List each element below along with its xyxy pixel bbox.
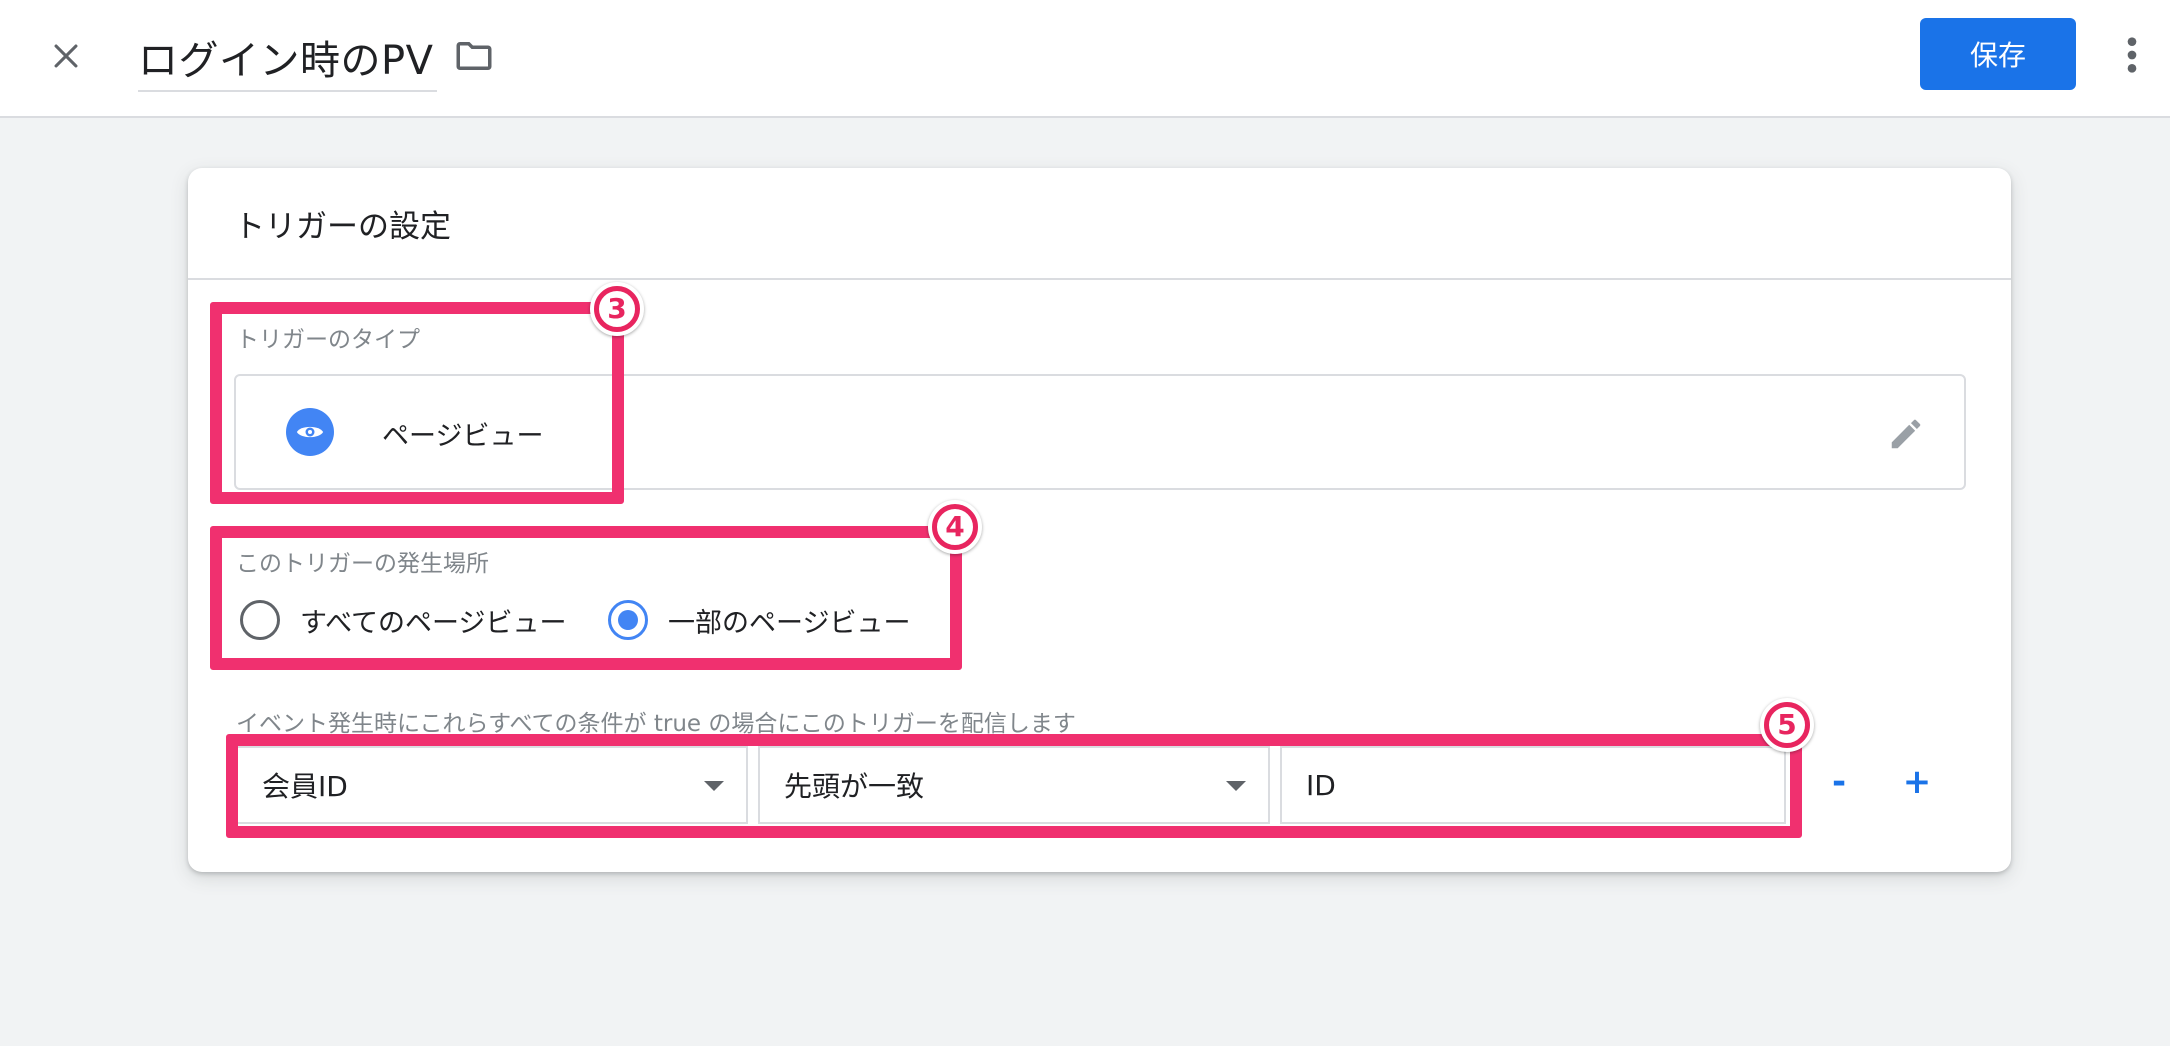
pencil-icon[interactable] — [1884, 412, 1928, 456]
tag-name-field[interactable]: ログイン時のPV — [138, 24, 438, 92]
page-title: ログイン時のPV — [138, 38, 434, 84]
radio-some-pageviews[interactable]: 一部のページビュー — [608, 600, 910, 640]
radio-label: すべてのページビュー — [300, 607, 567, 639]
operator-value: 先頭が一致 — [784, 770, 925, 803]
radio-label: 一部のページビュー — [668, 607, 911, 639]
conditions-label: イベント発生時にこれらすべての条件が true の場合にこのトリガーを配信します — [236, 711, 1076, 737]
annotation-badge-4: 4 — [928, 500, 982, 554]
dropdown-arrow-icon — [1226, 781, 1246, 791]
close-icon[interactable] — [40, 26, 92, 86]
radio-all-pageviews[interactable]: すべてのページビュー — [240, 600, 567, 640]
trigger-type-selector[interactable]: ページビュー — [234, 374, 1966, 490]
trigger-type-label: トリガーのタイプ — [236, 327, 420, 353]
trigger-config-card: トリガーの設定 トリガーのタイプ ページビュー このトリガーの発生場所 すべての… — [188, 168, 2011, 872]
condition-value-input[interactable]: ID — [1280, 746, 1786, 824]
more-vert-icon[interactable] — [2114, 26, 2150, 84]
save-button[interactable]: 保存 — [1920, 18, 2076, 90]
radio-selected-icon — [608, 600, 648, 640]
folder-icon[interactable] — [450, 32, 498, 80]
card-title: トリガーの設定 — [234, 208, 451, 245]
eye-icon — [286, 408, 334, 456]
fire-on-label: このトリガーの発生場所 — [236, 551, 489, 577]
top-bar: ログイン時のPV 保存 — [0, 0, 2170, 118]
annotation-badge-5: 5 — [1760, 698, 1814, 752]
trigger-type-value: ページビュー — [382, 421, 544, 452]
condition-value: ID — [1306, 768, 1336, 802]
card-header: トリガーの設定 — [188, 168, 2011, 280]
annotation-badge-3: 3 — [590, 282, 644, 336]
dropdown-arrow-icon — [704, 781, 724, 791]
radio-unselected-icon — [240, 600, 280, 640]
variable-select[interactable]: 会員ID — [236, 746, 748, 824]
variable-value: 会員ID — [262, 770, 348, 803]
add-condition-button[interactable]: + — [1892, 752, 1942, 812]
operator-select[interactable]: 先頭が一致 — [758, 746, 1270, 824]
remove-condition-button[interactable]: - — [1814, 752, 1864, 812]
